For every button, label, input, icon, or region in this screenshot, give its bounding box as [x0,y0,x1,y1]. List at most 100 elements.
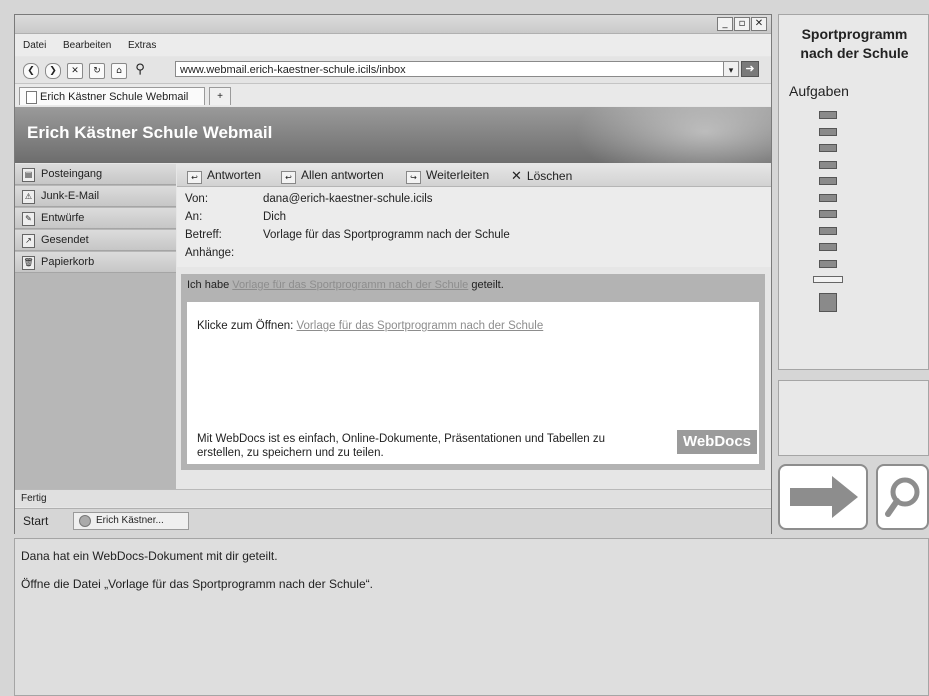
drafts-icon: ✎ [22,212,35,226]
shared-prefix: Ich habe [187,279,233,291]
taskbar-item-browser[interactable]: Erich Kästner... [73,512,189,530]
reply-all-label: Allen antworten [301,168,384,182]
reply-label: Antworten [207,168,262,182]
magnifier-icon [885,477,920,517]
browser-window: _ ▫ ✕ Datei Bearbeiten Extras ❮ ❯ ✕ ↻ ⌂ … [14,14,772,534]
address-dropdown-icon[interactable]: ▾ [723,61,739,77]
delete-icon: ✕ [511,168,522,183]
folder-label: Entwürfe [41,212,85,224]
inbox-icon: ▤ [22,168,35,182]
task-marker [819,111,837,119]
delete-button[interactable]: ✕ Löschen [511,168,572,184]
message-body: Klicke zum Öffnen: Vorlage für das Sport… [187,302,759,464]
start-button[interactable]: Start [23,514,48,528]
webdocs-logo: WebDocs [677,430,757,454]
reply-all-icon: ↩ [281,171,296,184]
tab-bar: Erich Kästner Schule Webmail + [15,84,771,106]
from-value: dana@erich-kaestner-schule.icils [263,193,433,205]
subject-value: Vorlage für das Sportprogramm nach der S… [263,229,510,241]
to-label: An: [185,211,203,223]
task-marker [819,160,837,169]
globe-icon [79,515,91,527]
status-bar: Fertig [15,489,771,507]
to-value: Dich [263,211,287,223]
menu-edit[interactable]: Bearbeiten [63,40,111,51]
task-marker [819,177,837,185]
instruction-line-2: Öffne die Datei „Vorlage für das Sportpr… [21,577,373,591]
mail-toolbar: ↩ Antworten ↩ Allen antworten ↪ Weiterleite… [177,164,771,187]
task-marker-current [813,276,843,283]
message-frame: Ich habe Vorlage für das Sportprogramm n… [181,274,765,470]
new-tab-button[interactable]: + [209,87,231,105]
task-marker [819,226,837,235]
search-button[interactable] [876,464,929,530]
shared-document-link[interactable]: Vorlage für das Sportprogramm nach der S… [232,279,468,291]
task-panel: Sportprogramm nach der Schule Aufgaben [778,14,929,370]
trash-icon: 🗑 [22,256,35,270]
title-bar: _ ▫ ✕ [15,15,771,34]
menu-extras[interactable]: Extras [128,40,156,51]
taskbar: Start Erich Kästner... [15,508,771,534]
menu-file[interactable]: Datei [23,40,46,51]
shared-suffix: geteilt. [468,279,504,291]
search-icon[interactable]: ⚲ [133,63,147,77]
subject-label: Betreff: [185,229,222,241]
forward-button[interactable]: ↪ Weiterleiten [406,168,489,184]
task-marker [819,127,837,136]
shared-notice: Ich habe Vorlage für das Sportprogramm n… [187,279,504,291]
webmail-title: Erich Kästner Schule Webmail [27,123,273,142]
from-label: Von: [185,193,209,205]
task-marker [819,292,837,312]
folder-label: Posteingang [41,168,103,180]
open-prefix: Klicke zum Öffnen: [197,320,297,332]
navigation-bar: ❮ ❯ ✕ ↻ ⌂ ⚲ www.webmail.erich-kaestner-s… [15,57,771,84]
arrow-right-icon [790,476,858,518]
task-marker [819,243,837,251]
task-marker [819,210,837,218]
reply-icon: ↩ [187,171,202,184]
folder-inbox[interactable]: ▤ Posteingang [15,164,176,185]
reply-all-button[interactable]: ↩ Allen antworten [281,168,384,184]
stop-icon[interactable]: ✕ [67,63,83,79]
webdocs-info: Mit WebDocs ist es einfach, Online-Dokum… [197,433,606,459]
maximize-button[interactable]: ▫ [734,17,750,31]
attachments-label: Anhänge: [185,247,235,259]
refresh-icon[interactable]: ↻ [89,63,105,79]
tab-webmail[interactable]: Erich Kästner Schule Webmail [19,87,205,105]
next-button[interactable] [778,464,868,530]
folder-label: Junk-E-Mail [41,190,100,202]
unit-title-line1: Sportprogramm [801,26,908,42]
webmail-banner: Erich Kästner Schule Webmail [15,107,771,163]
mail-headers: Von: dana@erich-kaestner-schule.icils An… [177,187,771,267]
folder-label: Papierkorb [41,256,95,268]
menu-bar: Datei Bearbeiten Extras [15,34,771,56]
home-icon[interactable]: ⌂ [111,63,127,79]
forward-icon[interactable]: ❯ [45,63,61,79]
junk-icon: ⚠ [22,190,35,204]
task-marker [819,193,837,202]
folder-drafts[interactable]: ✎ Entwürfe [15,208,176,229]
info-box [778,380,929,456]
open-document-link[interactable]: Vorlage für das Sportprogramm nach der S… [297,320,544,332]
forward-label: Weiterleiten [426,168,490,182]
minimize-button[interactable]: _ [717,17,733,31]
folder-junk[interactable]: ⚠ Junk-E-Mail [15,186,176,207]
tasks-label: Aufgaben [789,83,849,99]
folder-label: Gesendet [41,234,89,246]
unit-title: Sportprogramm nach der Schule [779,25,929,63]
task-marker [819,259,837,268]
folder-trash[interactable]: 🗑 Papierkorb [15,252,176,273]
go-arrow-icon[interactable]: ➜ [741,61,759,77]
taskbar-item-label: Erich Kästner... [96,515,164,526]
close-button[interactable]: ✕ [751,17,767,31]
back-icon[interactable]: ❮ [23,63,39,79]
reply-button[interactable]: ↩ Antworten [187,168,261,184]
delete-label: Löschen [526,169,573,183]
folder-sidebar: ▤ Posteingang ⚠ Junk-E-Mail ✎ Entwürfe ↗… [15,164,176,489]
instruction-panel: Dana hat ein WebDocs-Dokument mit dir ge… [14,538,929,696]
page-icon [26,91,37,104]
address-bar[interactable]: www.webmail.erich-kaestner-schule.icils/… [175,61,735,77]
open-line: Klicke zum Öffnen: Vorlage für das Sport… [197,320,543,332]
folder-sent[interactable]: ↗ Gesendet [15,230,176,251]
unit-title-line2: nach der Schule [800,45,909,61]
